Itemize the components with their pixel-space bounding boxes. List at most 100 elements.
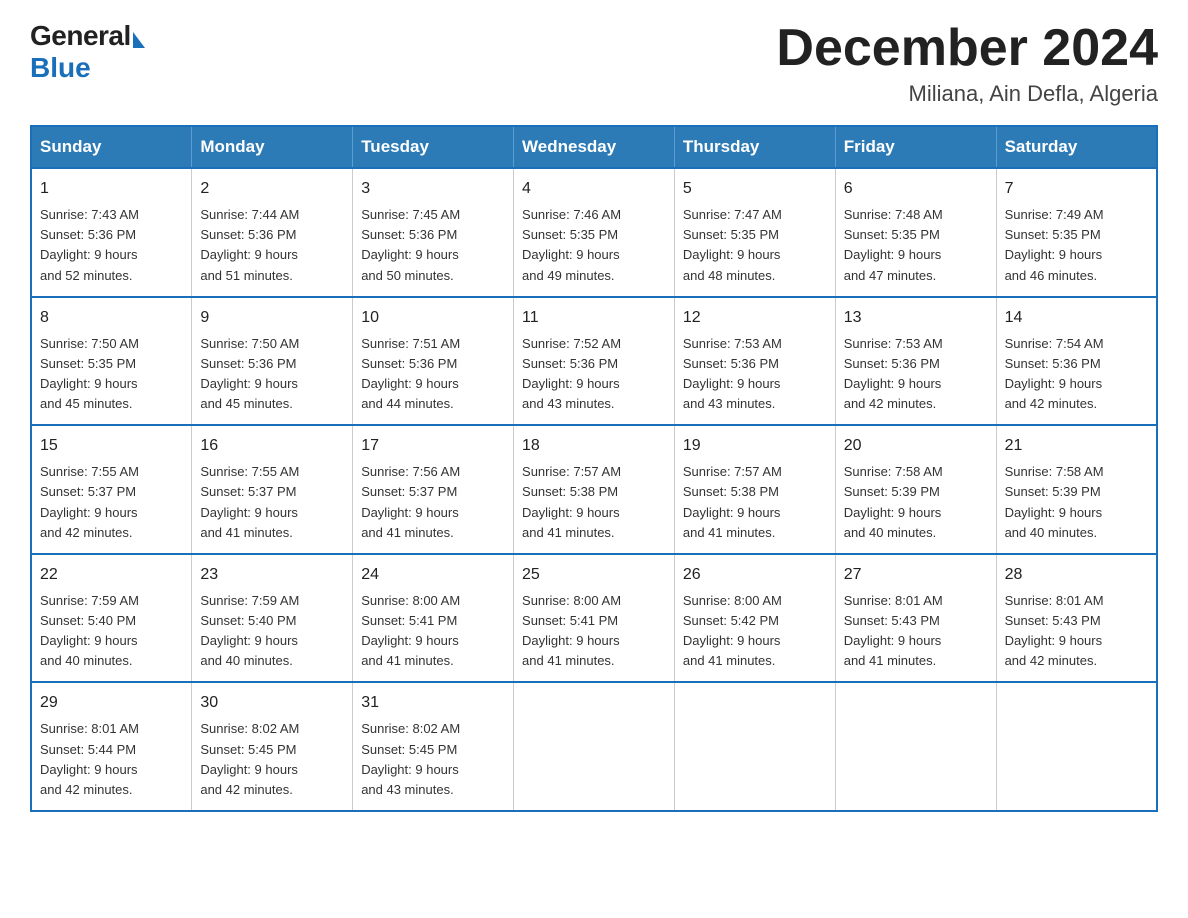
calendar-table: SundayMondayTuesdayWednesdayThursdayFrid… xyxy=(30,125,1158,812)
calendar-day-cell: 4 Sunrise: 7:46 AMSunset: 5:35 PMDayligh… xyxy=(514,168,675,297)
day-info: Sunrise: 7:53 AMSunset: 5:36 PMDaylight:… xyxy=(683,336,782,411)
calendar-day-cell: 24 Sunrise: 8:00 AMSunset: 5:41 PMDaylig… xyxy=(353,554,514,683)
day-of-week-header: Sunday xyxy=(31,126,192,168)
day-of-week-header: Tuesday xyxy=(353,126,514,168)
day-info: Sunrise: 7:47 AMSunset: 5:35 PMDaylight:… xyxy=(683,207,782,282)
day-info: Sunrise: 7:59 AMSunset: 5:40 PMDaylight:… xyxy=(200,593,299,668)
day-number: 18 xyxy=(522,434,666,458)
day-info: Sunrise: 7:45 AMSunset: 5:36 PMDaylight:… xyxy=(361,207,460,282)
day-info: Sunrise: 7:57 AMSunset: 5:38 PMDaylight:… xyxy=(522,464,621,539)
calendar-day-cell xyxy=(835,682,996,811)
day-number: 12 xyxy=(683,306,827,330)
day-info: Sunrise: 7:49 AMSunset: 5:35 PMDaylight:… xyxy=(1005,207,1104,282)
day-info: Sunrise: 7:44 AMSunset: 5:36 PMDaylight:… xyxy=(200,207,299,282)
day-number: 15 xyxy=(40,434,183,458)
day-of-week-header: Monday xyxy=(192,126,353,168)
logo-general-text: General xyxy=(30,20,131,52)
calendar-body: 1 Sunrise: 7:43 AMSunset: 5:36 PMDayligh… xyxy=(31,168,1157,811)
calendar-day-cell: 6 Sunrise: 7:48 AMSunset: 5:35 PMDayligh… xyxy=(835,168,996,297)
day-info: Sunrise: 8:00 AMSunset: 5:42 PMDaylight:… xyxy=(683,593,782,668)
day-info: Sunrise: 7:58 AMSunset: 5:39 PMDaylight:… xyxy=(1005,464,1104,539)
day-number: 31 xyxy=(361,691,505,715)
calendar-day-cell: 7 Sunrise: 7:49 AMSunset: 5:35 PMDayligh… xyxy=(996,168,1157,297)
day-number: 17 xyxy=(361,434,505,458)
calendar-day-cell: 21 Sunrise: 7:58 AMSunset: 5:39 PMDaylig… xyxy=(996,425,1157,554)
day-number: 16 xyxy=(200,434,344,458)
calendar-day-cell: 9 Sunrise: 7:50 AMSunset: 5:36 PMDayligh… xyxy=(192,297,353,426)
logo: General Blue xyxy=(30,20,145,84)
day-number: 13 xyxy=(844,306,988,330)
calendar-day-cell: 18 Sunrise: 7:57 AMSunset: 5:38 PMDaylig… xyxy=(514,425,675,554)
calendar-day-cell xyxy=(514,682,675,811)
day-number: 19 xyxy=(683,434,827,458)
calendar-day-cell: 25 Sunrise: 8:00 AMSunset: 5:41 PMDaylig… xyxy=(514,554,675,683)
day-number: 22 xyxy=(40,563,183,587)
calendar-day-cell: 13 Sunrise: 7:53 AMSunset: 5:36 PMDaylig… xyxy=(835,297,996,426)
day-number: 25 xyxy=(522,563,666,587)
day-info: Sunrise: 7:43 AMSunset: 5:36 PMDaylight:… xyxy=(40,207,139,282)
calendar-day-cell xyxy=(674,682,835,811)
calendar-day-cell: 17 Sunrise: 7:56 AMSunset: 5:37 PMDaylig… xyxy=(353,425,514,554)
page-header: General Blue December 2024 Miliana, Ain … xyxy=(30,20,1158,107)
calendar-week-row: 22 Sunrise: 7:59 AMSunset: 5:40 PMDaylig… xyxy=(31,554,1157,683)
day-of-week-header: Thursday xyxy=(674,126,835,168)
day-number: 9 xyxy=(200,306,344,330)
day-info: Sunrise: 8:02 AMSunset: 5:45 PMDaylight:… xyxy=(361,721,460,796)
calendar-week-row: 15 Sunrise: 7:55 AMSunset: 5:37 PMDaylig… xyxy=(31,425,1157,554)
calendar-day-cell: 19 Sunrise: 7:57 AMSunset: 5:38 PMDaylig… xyxy=(674,425,835,554)
day-of-week-header: Saturday xyxy=(996,126,1157,168)
day-number: 26 xyxy=(683,563,827,587)
calendar-day-cell: 10 Sunrise: 7:51 AMSunset: 5:36 PMDaylig… xyxy=(353,297,514,426)
calendar-day-cell xyxy=(996,682,1157,811)
calendar-week-row: 8 Sunrise: 7:50 AMSunset: 5:35 PMDayligh… xyxy=(31,297,1157,426)
logo-triangle-icon xyxy=(133,32,145,48)
day-info: Sunrise: 7:54 AMSunset: 5:36 PMDaylight:… xyxy=(1005,336,1104,411)
calendar-day-cell: 28 Sunrise: 8:01 AMSunset: 5:43 PMDaylig… xyxy=(996,554,1157,683)
day-info: Sunrise: 7:52 AMSunset: 5:36 PMDaylight:… xyxy=(522,336,621,411)
title-block: December 2024 Miliana, Ain Defla, Algeri… xyxy=(776,20,1158,107)
location-text: Miliana, Ain Defla, Algeria xyxy=(776,81,1158,107)
day-info: Sunrise: 7:46 AMSunset: 5:35 PMDaylight:… xyxy=(522,207,621,282)
calendar-day-cell: 3 Sunrise: 7:45 AMSunset: 5:36 PMDayligh… xyxy=(353,168,514,297)
day-number: 30 xyxy=(200,691,344,715)
day-number: 28 xyxy=(1005,563,1148,587)
day-number: 23 xyxy=(200,563,344,587)
day-number: 10 xyxy=(361,306,505,330)
logo-blue-block xyxy=(131,32,145,52)
days-of-week-row: SundayMondayTuesdayWednesdayThursdayFrid… xyxy=(31,126,1157,168)
day-number: 14 xyxy=(1005,306,1148,330)
day-number: 29 xyxy=(40,691,183,715)
calendar-day-cell: 27 Sunrise: 8:01 AMSunset: 5:43 PMDaylig… xyxy=(835,554,996,683)
day-info: Sunrise: 7:50 AMSunset: 5:35 PMDaylight:… xyxy=(40,336,139,411)
day-info: Sunrise: 8:01 AMSunset: 5:43 PMDaylight:… xyxy=(1005,593,1104,668)
calendar-day-cell: 29 Sunrise: 8:01 AMSunset: 5:44 PMDaylig… xyxy=(31,682,192,811)
day-info: Sunrise: 8:00 AMSunset: 5:41 PMDaylight:… xyxy=(522,593,621,668)
calendar-day-cell: 5 Sunrise: 7:47 AMSunset: 5:35 PMDayligh… xyxy=(674,168,835,297)
day-number: 11 xyxy=(522,306,666,330)
day-info: Sunrise: 7:58 AMSunset: 5:39 PMDaylight:… xyxy=(844,464,943,539)
calendar-day-cell: 26 Sunrise: 8:00 AMSunset: 5:42 PMDaylig… xyxy=(674,554,835,683)
day-number: 8 xyxy=(40,306,183,330)
day-info: Sunrise: 7:51 AMSunset: 5:36 PMDaylight:… xyxy=(361,336,460,411)
day-info: Sunrise: 7:48 AMSunset: 5:35 PMDaylight:… xyxy=(844,207,943,282)
calendar-day-cell: 16 Sunrise: 7:55 AMSunset: 5:37 PMDaylig… xyxy=(192,425,353,554)
calendar-day-cell: 23 Sunrise: 7:59 AMSunset: 5:40 PMDaylig… xyxy=(192,554,353,683)
day-info: Sunrise: 8:01 AMSunset: 5:44 PMDaylight:… xyxy=(40,721,139,796)
day-number: 4 xyxy=(522,177,666,201)
day-number: 5 xyxy=(683,177,827,201)
calendar-week-row: 1 Sunrise: 7:43 AMSunset: 5:36 PMDayligh… xyxy=(31,168,1157,297)
day-number: 2 xyxy=(200,177,344,201)
day-info: Sunrise: 7:55 AMSunset: 5:37 PMDaylight:… xyxy=(40,464,139,539)
month-title: December 2024 xyxy=(776,20,1158,77)
day-info: Sunrise: 8:02 AMSunset: 5:45 PMDaylight:… xyxy=(200,721,299,796)
day-number: 27 xyxy=(844,563,988,587)
calendar-day-cell: 30 Sunrise: 8:02 AMSunset: 5:45 PMDaylig… xyxy=(192,682,353,811)
calendar-day-cell: 11 Sunrise: 7:52 AMSunset: 5:36 PMDaylig… xyxy=(514,297,675,426)
calendar-day-cell: 22 Sunrise: 7:59 AMSunset: 5:40 PMDaylig… xyxy=(31,554,192,683)
day-info: Sunrise: 7:53 AMSunset: 5:36 PMDaylight:… xyxy=(844,336,943,411)
calendar-day-cell: 31 Sunrise: 8:02 AMSunset: 5:45 PMDaylig… xyxy=(353,682,514,811)
calendar-day-cell: 14 Sunrise: 7:54 AMSunset: 5:36 PMDaylig… xyxy=(996,297,1157,426)
day-info: Sunrise: 7:59 AMSunset: 5:40 PMDaylight:… xyxy=(40,593,139,668)
day-number: 24 xyxy=(361,563,505,587)
day-of-week-header: Friday xyxy=(835,126,996,168)
